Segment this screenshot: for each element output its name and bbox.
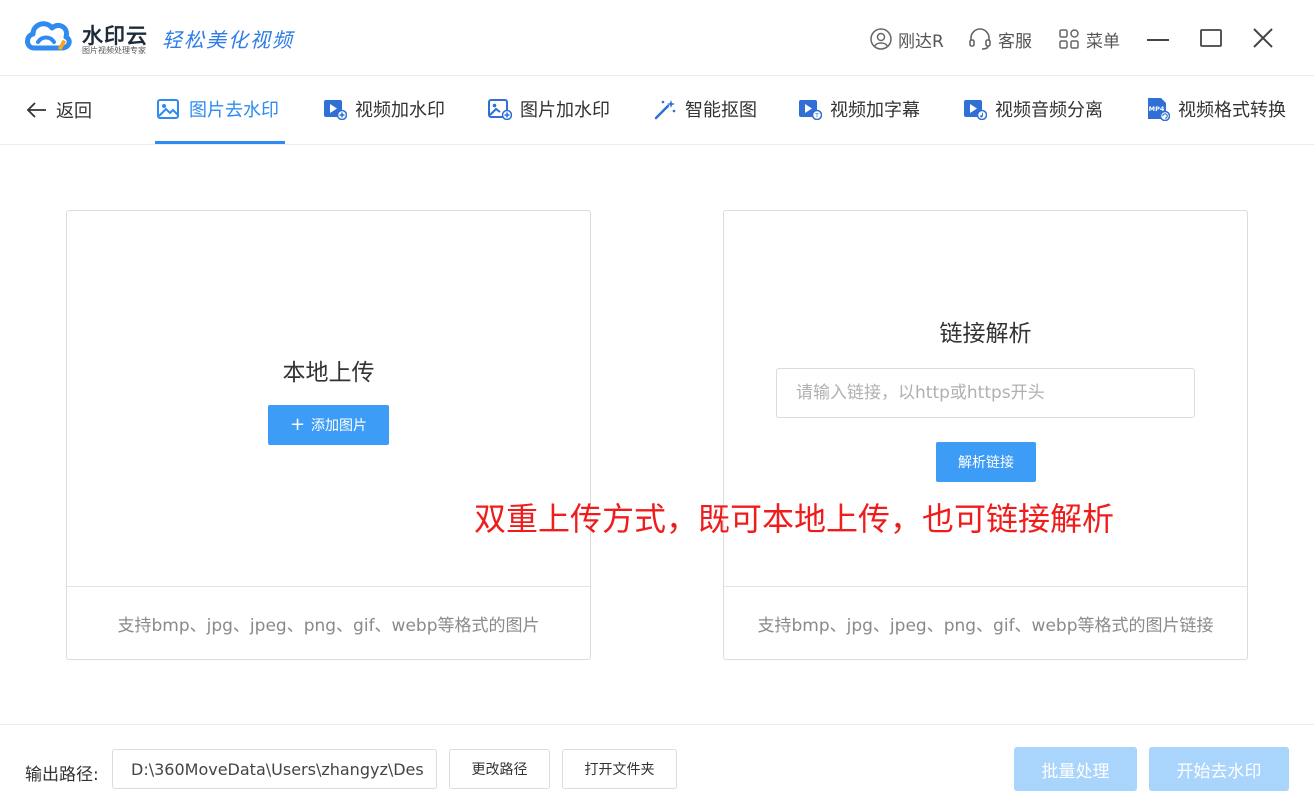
overlay-caption: 双重上传方式，既可本地上传，也可链接解析 [474, 500, 1115, 538]
change-path-button[interactable]: 更改路径 [449, 749, 550, 789]
link-parse-title: 链接解析 [939, 321, 1032, 347]
tab-video-audio-separate[interactable]: 视频音频分离 [963, 96, 1103, 122]
back-button[interactable]: 返回 [26, 98, 92, 122]
cloud-logo-icon [24, 14, 72, 54]
parse-link-button[interactable]: 解析链接 [936, 442, 1036, 482]
tab-label: 图片去水印 [189, 100, 279, 121]
link-parse-format-hint: 支持bmp、jpg、jpeg、png、gif、webp等格式的图片链接 [724, 586, 1247, 660]
menu-button[interactable]: 菜单 [1058, 26, 1120, 52]
output-path-value: D:\360MoveData\Users\zhangyz\Des [131, 759, 424, 779]
back-label: 返回 [56, 101, 92, 122]
maximize-button[interactable] [1195, 22, 1227, 54]
minimize-icon [1147, 39, 1169, 41]
add-image-button[interactable]: + 添加图片 [268, 405, 389, 445]
link-url-input[interactable] [776, 368, 1195, 418]
video-audio-icon [964, 100, 987, 120]
image-icon [157, 99, 179, 119]
maximize-icon [1200, 29, 1222, 47]
add-image-label: 添加图片 [311, 418, 368, 434]
grid-menu-icon [1059, 29, 1079, 49]
start-remove-watermark-button[interactable]: 开始去水印 [1149, 747, 1289, 791]
brand-subtitle: 图片视频处理专家 [82, 46, 146, 55]
headset-icon [969, 28, 991, 50]
tab-label: 视频加水印 [355, 100, 445, 121]
video-subtitle-icon: T [799, 100, 822, 120]
magic-wand-icon [654, 100, 676, 120]
image-add-icon [488, 99, 512, 120]
tab-label: 视频音频分离 [995, 100, 1103, 121]
video-add-icon [324, 100, 347, 120]
tab-label: 图片加水印 [520, 100, 610, 121]
local-upload-card: 本地上传 + 添加图片 支持bmp、jpg、jpeg、png、gif、webp等… [66, 210, 591, 660]
tab-label: 视频格式转换 [1178, 100, 1286, 121]
user-name: 刚达R [898, 31, 944, 52]
tab-smart-cutout[interactable]: 智能抠图 [653, 96, 757, 122]
tab-image-add-watermark[interactable]: 图片加水印 [488, 96, 610, 122]
output-path-label: 输出路径: [25, 765, 99, 785]
tab-label: 智能抠图 [685, 100, 757, 121]
close-icon [1253, 28, 1273, 48]
tab-video-format-convert[interactable]: MP4 视频格式转换 [1146, 96, 1286, 122]
feature-nav-bar: 返回 图片去水印 视频加水印 图片加水印 智能抠图 T 视频加字幕 视频音频分离… [0, 76, 1314, 145]
local-upload-title: 本地上传 [282, 360, 375, 386]
open-folder-button[interactable]: 打开文件夹 [562, 749, 677, 789]
user-icon [870, 28, 892, 50]
batch-process-button[interactable]: 批量处理 [1014, 747, 1137, 791]
output-path-field[interactable]: D:\360MoveData\Users\zhangyz\Des [112, 749, 437, 789]
link-parse-card: 链接解析 解析链接 支持bmp、jpg、jpeg、png、gif、webp等格式… [723, 210, 1248, 660]
tab-label: 视频加字幕 [830, 100, 920, 121]
tab-video-add-watermark[interactable]: 视频加水印 [323, 96, 445, 122]
active-tab-indicator [155, 141, 285, 144]
arrow-left-icon [26, 102, 46, 118]
local-upload-format-hint: 支持bmp、jpg、jpeg、png、gif、webp等格式的图片 [67, 586, 590, 660]
brand-slogan: 轻松美化视频 [162, 28, 294, 52]
plus-icon: + [289, 414, 306, 435]
tab-video-add-subtitle[interactable]: T 视频加字幕 [798, 96, 920, 122]
mp4-file-icon: MP4 [1148, 98, 1170, 121]
tab-image-watermark-remove[interactable]: 图片去水印 [157, 96, 279, 122]
menu-label: 菜单 [1086, 31, 1120, 52]
customer-service-button[interactable]: 客服 [968, 26, 1032, 52]
customer-service-label: 客服 [998, 31, 1032, 52]
title-bar: 水印云 图片视频处理专家 轻松美化视频 刚达R 客服 菜单 [0, 0, 1314, 76]
svg-text:T: T [814, 113, 819, 120]
close-button[interactable] [1247, 22, 1279, 54]
user-account-button[interactable]: 刚达R [870, 26, 944, 52]
minimize-button[interactable] [1142, 22, 1174, 54]
bottom-bar: 输出路径: D:\360MoveData\Users\zhangyz\Des 更… [0, 724, 1314, 810]
